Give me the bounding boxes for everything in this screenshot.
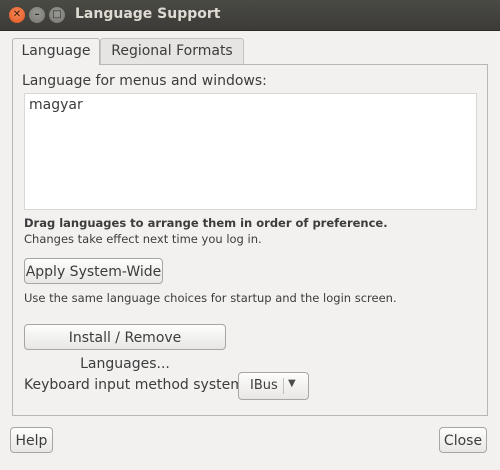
language-list-item[interactable]: magyar	[29, 97, 83, 113]
apply-system-wide-button[interactable]: Apply System-Wide	[24, 258, 163, 284]
keyboard-input-method-label: Keyboard input method system:	[24, 377, 249, 393]
drag-hint: Drag languages to arrange them in order …	[24, 216, 388, 230]
help-button[interactable]: Help	[10, 427, 53, 453]
window-maximize-icon[interactable]: □	[49, 7, 65, 23]
tab-language[interactable]: Language	[12, 38, 100, 65]
apply-description: Use the same language choices for startu…	[24, 291, 397, 305]
keyboard-input-method-value: IBus	[250, 378, 278, 393]
install-remove-languages-button[interactable]: Install / Remove Languages...	[24, 324, 226, 372]
language-tab-panel: Language for menus and windows: magyar D…	[12, 64, 488, 416]
close-button[interactable]: Close	[439, 427, 487, 453]
chevron-down-icon[interactable]: ▼	[288, 378, 296, 389]
tab-regional-formats[interactable]: Regional Formats	[100, 38, 244, 64]
keyboard-input-method-select[interactable]: IBus ▼	[238, 372, 309, 400]
language-support-window: ✕ – □ Language Support Language Regional…	[0, 0, 500, 470]
window-close-icon[interactable]: ✕	[9, 7, 25, 23]
menus-language-label: Language for menus and windows:	[22, 73, 267, 89]
title-bar: ✕ – □ Language Support	[0, 0, 500, 31]
window-minimize-icon[interactable]: –	[29, 7, 45, 23]
combo-separator	[283, 378, 284, 394]
changes-hint: Changes take effect next time you log in…	[24, 232, 262, 246]
language-list[interactable]: magyar	[24, 93, 477, 210]
window-title: Language Support	[75, 6, 221, 22]
